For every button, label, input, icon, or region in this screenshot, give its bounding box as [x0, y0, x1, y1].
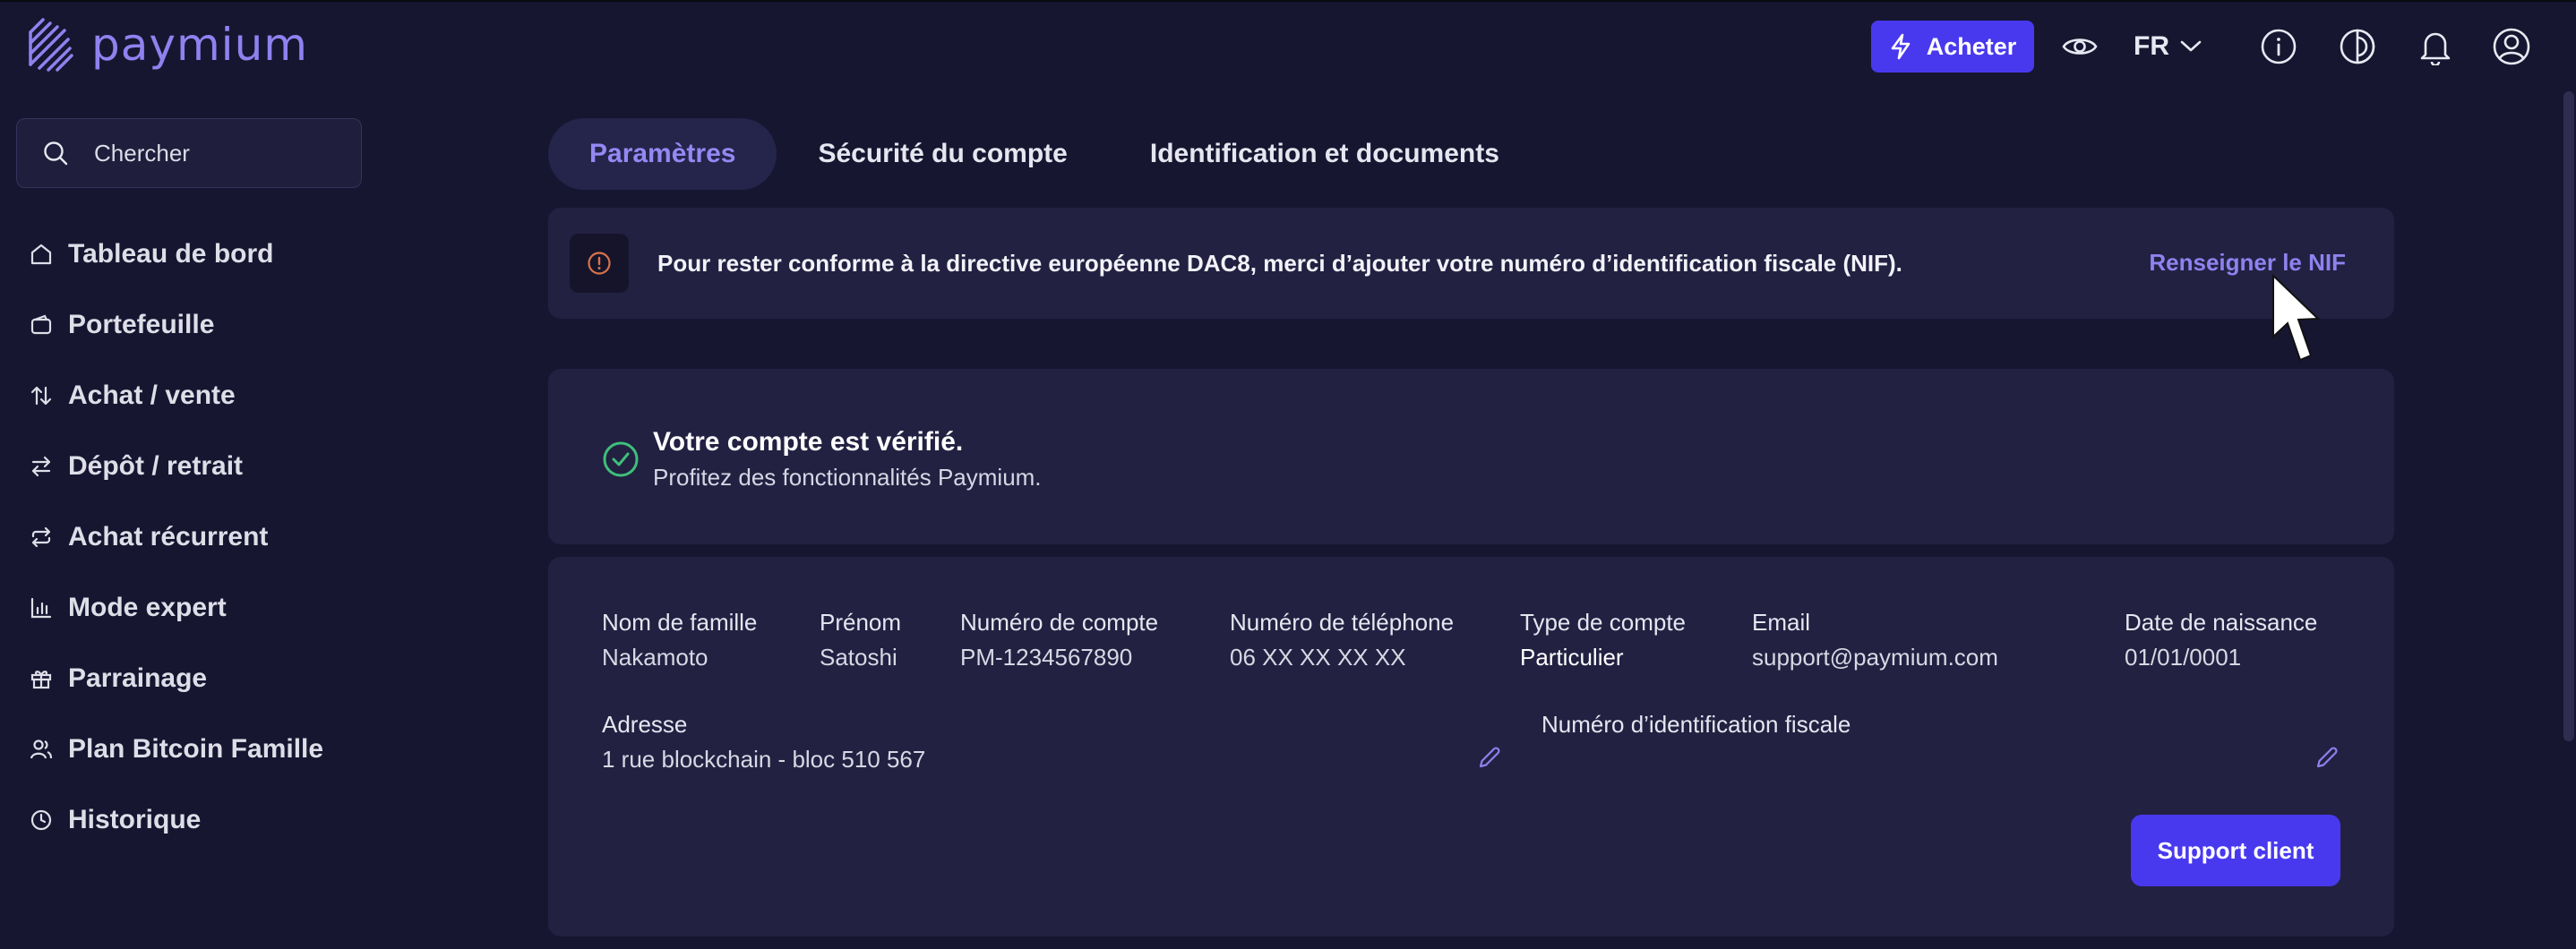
email-field: Email support@paymium.com: [1752, 609, 1998, 671]
field-value: 06 XX XX XX XX: [1230, 644, 1406, 671]
sidebar-item-historique[interactable]: Historique: [29, 784, 387, 855]
paymium-logo[interactable]: paymium: [27, 16, 308, 73]
sidebar-nav: Tableau de bord Portefeuille Achat / ven…: [29, 218, 387, 855]
field-value: Nakamoto: [602, 644, 708, 671]
sidebar-item-label: Achat récurrent: [68, 521, 269, 551]
fill-nif-link[interactable]: Renseigner le NIF: [2149, 249, 2346, 277]
arrows-up-down-icon: [29, 383, 54, 408]
field-label: Date de naissance: [2125, 609, 2318, 636]
buy-button[interactable]: Acheter: [1871, 21, 2034, 73]
sidebar-item-mode-expert[interactable]: Mode expert: [29, 572, 387, 643]
phone-field: Numéro de téléphone 06 XX XX XX XX: [1230, 609, 1454, 671]
field-label: Prénom: [820, 609, 902, 636]
sidebar-item-label: Historique: [68, 804, 202, 834]
account-number-field: Numéro de compte PM-1234567890: [960, 609, 1158, 671]
sidebar-item-label: Dépôt / retrait: [68, 450, 244, 481]
brand-name: paymium: [91, 19, 308, 71]
clock-icon: [29, 808, 54, 833]
arrows-left-right-icon: [29, 454, 54, 479]
scrollbar-thumb[interactable]: [2563, 91, 2574, 741]
sidebar-item-parrainage[interactable]: Parrainage: [29, 643, 387, 714]
account-verified-card: Votre compte est vérifié. Profitez des f…: [548, 369, 2394, 544]
field-label: Numéro de compte: [960, 609, 1159, 636]
field-value: 01/01/0001: [2125, 644, 2242, 671]
verified-title: Votre compte est vérifié.: [653, 427, 964, 457]
sidebar-item-label: Mode expert: [68, 592, 227, 622]
sidebar-item-label: Plan Bitcoin Famille: [68, 733, 324, 764]
mouse-cursor-icon: [2271, 274, 2322, 363]
alert-message: Pour rester conforme à la directive euro…: [657, 249, 1902, 277]
field-label: Email: [1752, 609, 1811, 636]
repeat-icon: [29, 525, 54, 550]
search-input[interactable]: [92, 138, 347, 168]
eye-icon[interactable]: [2059, 26, 2100, 67]
gift-icon: [29, 666, 54, 691]
sidebar-item-depot-retrait[interactable]: Dépôt / retrait: [29, 431, 387, 501]
sidebar-item-plan-bitcoin-famille[interactable]: Plan Bitcoin Famille: [29, 714, 387, 784]
settings-tabs: Paramètres Sécurité du compte Identifica…: [548, 118, 1541, 190]
last-name-field: Nom de famille Nakamoto: [602, 609, 757, 671]
language-label: FR: [2134, 31, 2169, 61]
tab-parametres[interactable]: Paramètres: [548, 118, 777, 190]
birth-date-field: Date de naissance 01/01/0001: [2125, 609, 2317, 671]
chevron-down-icon: [2180, 40, 2202, 53]
lightning-icon: [1889, 33, 1912, 60]
field-value: support@paymium.com: [1752, 644, 1998, 671]
field-value: Particulier: [1520, 644, 1624, 671]
field-label: Numéro de téléphone: [1230, 609, 1455, 636]
support-client-button[interactable]: Support client: [2131, 815, 2340, 886]
check-circle-icon: [602, 440, 640, 478]
sidebar-item-label: Portefeuille: [68, 309, 215, 339]
edit-address-pencil-icon[interactable]: [1473, 741, 1506, 774]
sidebar-item-label: Parrainage: [68, 663, 208, 693]
profile-details-card: Nom de famille Nakamoto Prénom Satoshi N…: [548, 557, 2394, 936]
sidebar-item-label: Tableau de bord: [68, 238, 274, 269]
field-label: Numéro d’identification fiscale: [1541, 711, 1851, 738]
bar-chart-icon: [29, 595, 54, 620]
field-label: Nom de famille: [602, 609, 758, 636]
account-type-field: Type de compte Particulier: [1520, 609, 1686, 671]
address-field: Adresse 1 rue blockchain - bloc 510 567: [602, 711, 925, 774]
buy-button-label: Acheter: [1926, 32, 2017, 60]
field-value: 1 rue blockchain - bloc 510 567: [602, 746, 926, 773]
tab-identification-et-documents[interactable]: Identification et documents: [1109, 118, 1541, 190]
bell-icon[interactable]: [2415, 26, 2456, 67]
home-icon: [29, 242, 54, 267]
first-name-field: Prénom Satoshi: [820, 609, 901, 671]
field-label: Adresse: [602, 711, 688, 738]
search-box[interactable]: [16, 118, 362, 188]
search-icon: [42, 140, 69, 167]
tab-securite-du-compte[interactable]: Sécurité du compte: [777, 118, 1108, 190]
field-value: PM-1234567890: [960, 644, 1133, 671]
logo-mark-icon: [27, 16, 81, 73]
sidebar-item-portefeuille[interactable]: Portefeuille: [29, 289, 387, 360]
contrast-icon[interactable]: [2337, 26, 2378, 67]
verified-subtitle: Profitez des fonctionnalités Paymium.: [653, 464, 1042, 491]
field-label: Type de compte: [1520, 609, 1686, 636]
info-icon[interactable]: [2258, 26, 2299, 67]
field-value: Satoshi: [820, 644, 897, 671]
language-selector[interactable]: FR: [2134, 27, 2202, 66]
edit-tax-id-pencil-icon[interactable]: [2311, 741, 2343, 774]
sidebar-item-achat-vente[interactable]: Achat / vente: [29, 360, 387, 431]
warning-icon: [570, 234, 629, 293]
user-circle-icon[interactable]: [2491, 26, 2532, 67]
sidebar-item-tableau-de-bord[interactable]: Tableau de bord: [29, 218, 387, 289]
dac8-alert-banner: Pour rester conforme à la directive euro…: [548, 208, 2394, 319]
sidebar-item-label: Achat / vente: [68, 380, 236, 410]
sidebar-item-achat-recurrent[interactable]: Achat récurrent: [29, 501, 387, 572]
users-icon: [29, 737, 54, 762]
tax-id-field: Numéro d’identification fiscale: [1541, 711, 1850, 746]
window-top-edge: [0, 0, 2576, 2]
wallet-icon: [29, 312, 54, 338]
